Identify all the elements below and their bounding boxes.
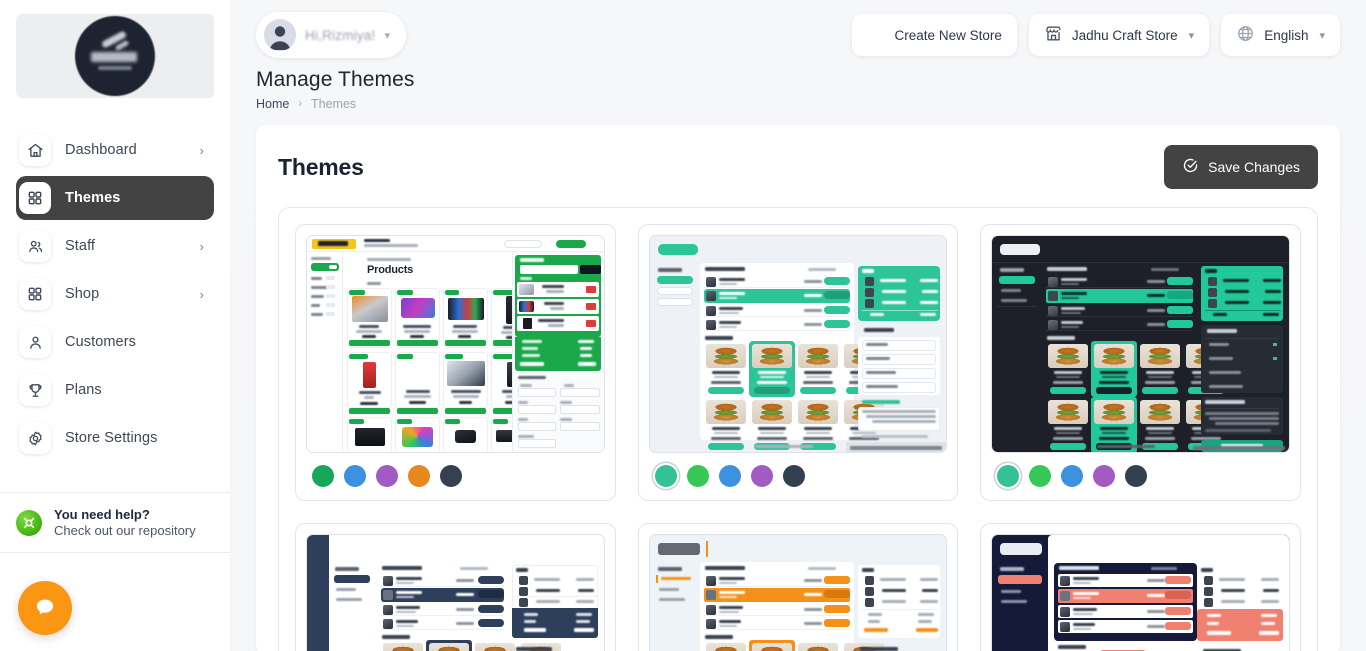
user-icon [19,326,51,358]
chat-bubble-icon[interactable] [18,581,72,635]
swatch[interactable] [440,465,462,487]
sidebar-item-dashboard[interactable]: Dashboard › [16,128,214,172]
page-header: Manage Themes Home › Themes [256,68,1340,111]
check-circle-icon [1182,157,1199,177]
main-content: Hi,Rizmiya! ▾ Create New Store Jadhu Cra… [230,0,1366,651]
swatch[interactable] [997,465,1020,487]
panel-title: Themes [278,153,364,180]
sidebar-item-customers[interactable]: Customers [16,320,214,364]
breadcrumb-current: Themes [311,97,357,111]
swatch[interactable] [782,465,805,487]
theme-preview-food-coral [991,534,1290,651]
trophy-icon [19,374,51,406]
sidebar-item-plans[interactable]: Plans [16,368,214,412]
sidebar-item-themes[interactable]: Themes [16,176,214,220]
panel-header: Themes Save Changes [278,145,1318,189]
home-icon [19,134,51,166]
swatch[interactable] [344,465,366,487]
topbar: Hi,Rizmiya! ▾ Create New Store Jadhu Cra… [256,0,1340,62]
breadcrumb-home[interactable]: Home [256,97,289,111]
people-icon [19,230,51,262]
help-subtitle: Check out our repository [54,523,196,538]
theme-preview-food-light [648,235,948,453]
theme-preview-food-navy [306,534,605,651]
swatch[interactable] [718,465,741,487]
avatar [264,19,296,51]
grid-icon [19,182,51,214]
breadcrumb-separator-icon: › [298,98,303,110]
swatch[interactable] [408,465,430,487]
app-root: Dashboard › Themes Staff › Shop › Custom… [0,0,1366,651]
store-selector[interactable]: Jadhu Craft Store ▾ [1028,14,1210,56]
language-label: English [1264,27,1309,43]
swatch[interactable] [1061,465,1084,487]
theme-preview-food-orange [648,534,948,651]
sidebar-item-label: Shop [65,286,100,302]
gear-icon [19,422,51,454]
theme-preview-food-dark [991,235,1290,453]
preview-products-heading: Products [367,264,414,276]
theme-card[interactable] [295,523,616,651]
breadcrumb: Home › Themes [256,97,1340,111]
language-selector[interactable]: English ▾ [1221,14,1340,56]
lifebuoy-icon [16,509,42,536]
theme-card[interactable] [637,224,959,501]
grid-icon [19,278,51,310]
sidebar-item-shop[interactable]: Shop › [16,272,214,316]
help-banner[interactable]: You need help? Check out our repository [0,492,230,553]
sidebar-nav: Dashboard › Themes Staff › Shop › Custom… [0,128,230,460]
save-changes-button[interactable]: Save Changes [1164,145,1318,189]
sidebar-item-store-settings[interactable]: Store Settings [16,416,214,460]
themes-panel: Themes Save Changes Products [256,125,1340,651]
theme-card[interactable] [637,523,959,651]
theme-swatches [991,453,1290,487]
chevron-down-icon: ▾ [384,29,390,42]
theme-swatches [306,453,605,487]
swatch[interactable] [312,465,334,487]
save-changes-label: Save Changes [1208,159,1300,175]
chevron-down-icon: ▾ [1319,29,1325,42]
themes-grid: Products [278,207,1318,651]
chevron-right-icon: › [199,142,204,158]
theme-card[interactable]: Products [295,224,616,501]
create-new-store-label: Create New Store [894,27,1002,43]
user-greeting: Hi,Rizmiya! [305,27,376,43]
swatch[interactable] [1029,465,1052,487]
swatch[interactable] [654,465,677,487]
store-logo[interactable] [16,14,214,98]
swatch[interactable] [750,465,773,487]
chevron-down-icon: ▾ [1188,29,1195,42]
sidebar-item-label: Staff [65,238,96,254]
help-title: You need help? [54,507,150,522]
sidebar-item-label: Customers [65,334,136,350]
chevron-right-icon: › [199,238,204,254]
sidebar-item-label: Plans [65,382,102,398]
globe-icon [1236,24,1255,46]
swatch[interactable] [376,465,398,487]
theme-card[interactable] [980,523,1301,651]
store-name-label: Jadhu Craft Store [1071,27,1178,43]
page-title: Manage Themes [256,68,415,91]
plus-circle-icon [867,24,886,46]
swatch[interactable] [686,465,709,487]
store-icon [1044,24,1063,46]
store-logo-circle [75,16,155,96]
sidebar-item-staff[interactable]: Staff › [16,224,214,268]
chevron-right-icon: › [199,286,204,302]
sidebar-item-label: Dashboard [65,142,137,158]
create-new-store-button[interactable]: Create New Store [851,14,1017,56]
swatch[interactable] [1125,465,1148,487]
user-menu[interactable]: Hi,Rizmiya! ▾ [256,12,406,58]
store-logo-mark [85,30,145,78]
topbar-actions: Create New Store Jadhu Craft Store ▾ Eng… [851,14,1340,56]
sidebar-item-label: Themes [65,190,121,206]
theme-card[interactable] [980,224,1301,501]
sidebar-item-label: Store Settings [65,430,158,446]
swatch[interactable] [1093,465,1116,487]
sidebar: Dashboard › Themes Staff › Shop › Custom… [0,0,230,651]
theme-preview-ministore-products: Products [306,235,605,453]
theme-swatches [649,453,948,487]
